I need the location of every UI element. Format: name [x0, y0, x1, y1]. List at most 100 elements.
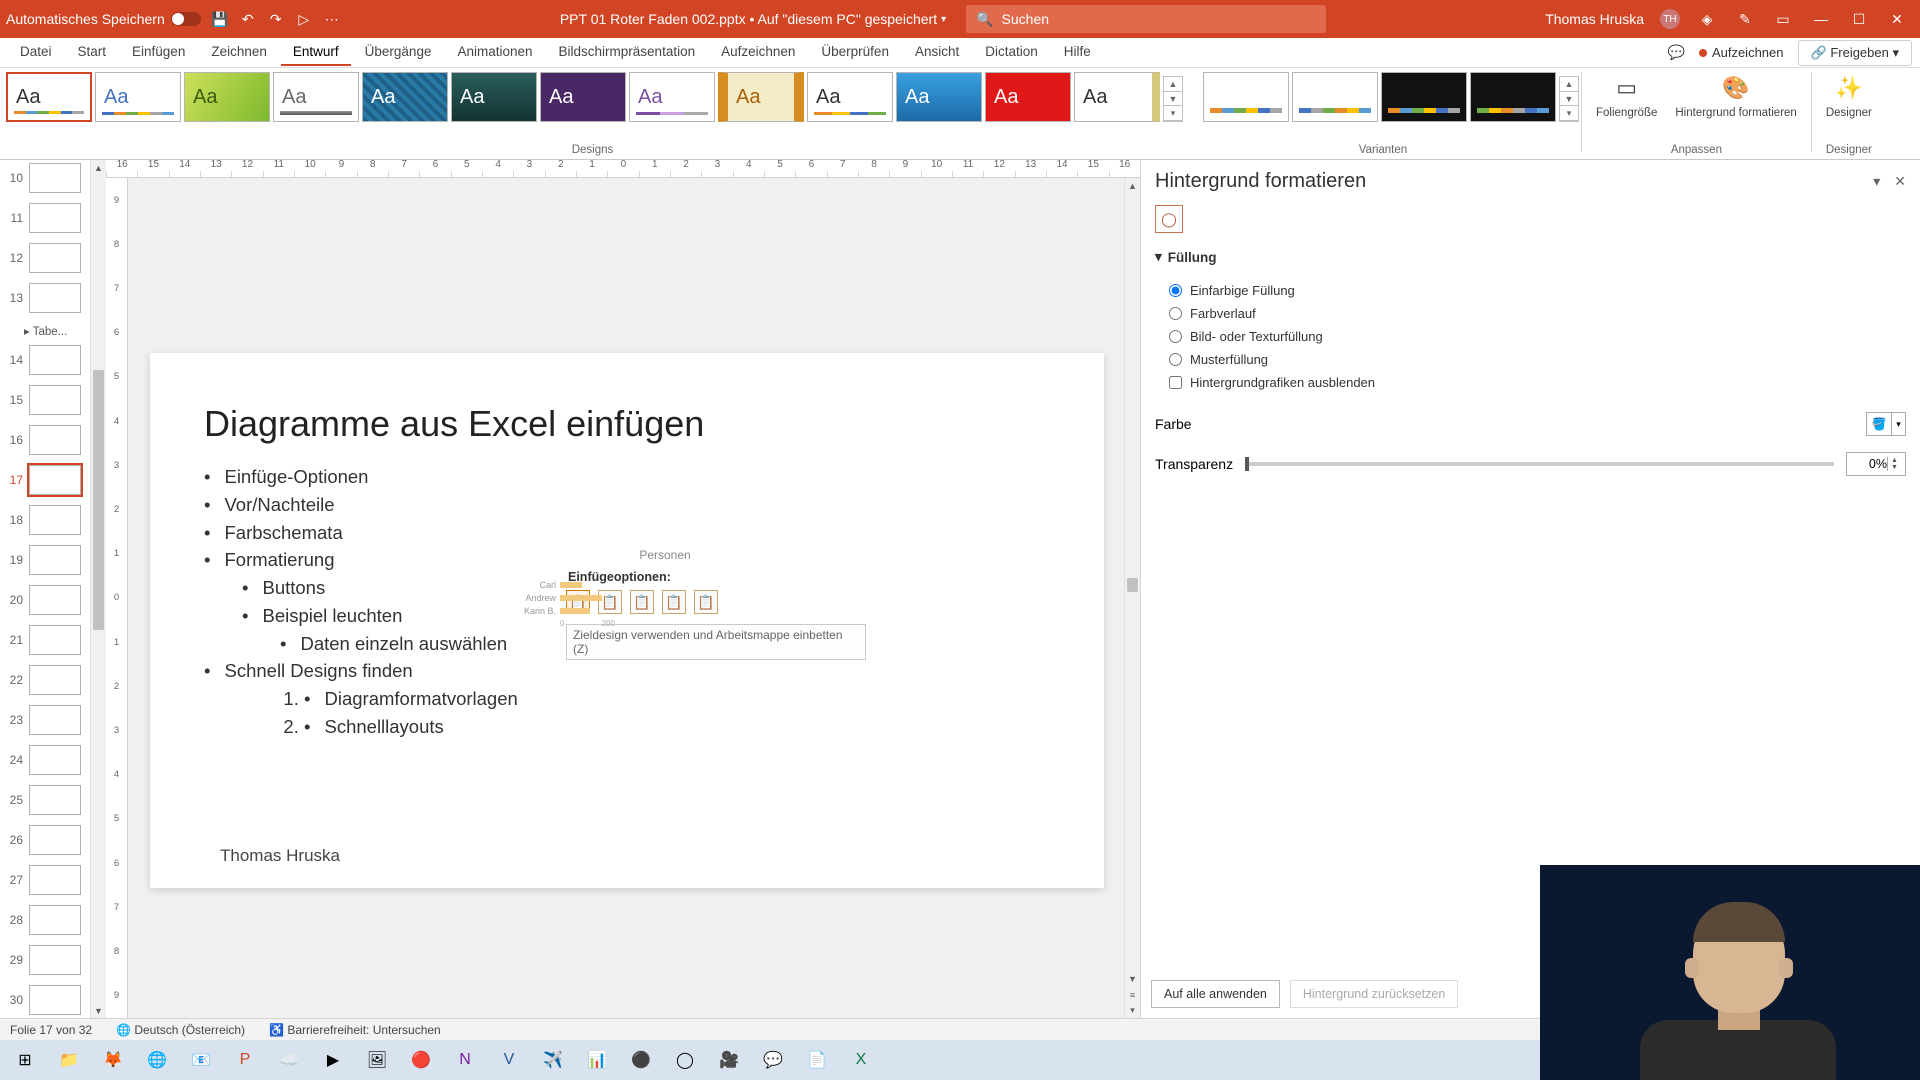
slide-thumb-17[interactable]: 17: [0, 462, 88, 502]
obs-icon[interactable]: ⚫: [620, 1043, 662, 1077]
onenote-icon[interactable]: N: [444, 1043, 486, 1077]
app-icon[interactable]: 📄: [796, 1043, 838, 1077]
ribbon-options-icon[interactable]: ▭: [1772, 8, 1794, 30]
fill-solid-radio[interactable]: Einfarbige Füllung: [1155, 279, 1906, 302]
slide-counter[interactable]: Folie 17 von 32: [10, 1023, 92, 1037]
tab-aufzeichnen[interactable]: Aufzeichnen: [709, 39, 807, 66]
paste-option-3-icon[interactable]: 📋: [630, 590, 654, 614]
app-icon[interactable]: 💬: [752, 1043, 794, 1077]
pane-options-icon[interactable]: ▾: [1873, 173, 1880, 190]
explorer-icon[interactable]: 📁: [48, 1043, 90, 1077]
redo-icon[interactable]: ↷: [267, 10, 285, 28]
tab-ansicht[interactable]: Ansicht: [903, 39, 971, 66]
zoom-icon[interactable]: 🎥: [708, 1043, 750, 1077]
fill-picture-radio[interactable]: Bild- oder Texturfüllung: [1155, 325, 1906, 348]
maximize-icon[interactable]: ☐: [1848, 8, 1870, 30]
tab-überprüfen[interactable]: Überprüfen: [809, 39, 901, 66]
app-icon[interactable]: ☁️: [268, 1043, 310, 1077]
apply-to-all-button[interactable]: Auf alle anwenden: [1151, 980, 1280, 1008]
reset-background-button[interactable]: Hintergrund zurücksetzen: [1290, 980, 1458, 1008]
fill-section-header[interactable]: ▾Füllung: [1141, 243, 1920, 271]
fill-tab-icon[interactable]: ◯: [1155, 205, 1183, 233]
slide-thumb-26[interactable]: 26: [0, 822, 88, 862]
thumb-scrollbar[interactable]: ▲ ▼: [90, 160, 106, 1018]
slide-canvas-wrap[interactable]: Diagramme aus Excel einfügen Einfüge-Opt…: [128, 178, 1124, 1018]
visio-icon[interactable]: V: [488, 1043, 530, 1077]
slide-thumb-19[interactable]: 19: [0, 542, 88, 582]
paste-option-5-icon[interactable]: 📋: [694, 590, 718, 614]
language-status[interactable]: Deutsch (Österreich): [134, 1023, 245, 1037]
slide-thumb-13[interactable]: 13: [0, 280, 88, 320]
slide-thumb-28[interactable]: 28: [0, 902, 88, 942]
minimize-icon[interactable]: ―: [1810, 8, 1832, 30]
firefox-icon[interactable]: 🦊: [92, 1043, 134, 1077]
tab-animationen[interactable]: Animationen: [445, 39, 544, 66]
outlook-icon[interactable]: 📧: [180, 1043, 222, 1077]
canvas-scrollbar[interactable]: ▲ ▼ ≡ ▾: [1124, 178, 1140, 1018]
tab-dictation[interactable]: Dictation: [973, 39, 1050, 66]
app-icon[interactable]: ◯: [664, 1043, 706, 1077]
variant-gallery[interactable]: ▲▼▾: [1185, 68, 1581, 122]
transparency-slider[interactable]: [1245, 462, 1834, 466]
section-header[interactable]: ▸ Tabe...: [0, 320, 88, 342]
record-button[interactable]: Aufzeichnen: [1691, 41, 1792, 64]
photos-icon[interactable]: 🖼: [356, 1043, 398, 1077]
slide[interactable]: Diagramme aus Excel einfügen Einfüge-Opt…: [150, 353, 1104, 888]
save-icon[interactable]: 💾: [211, 10, 229, 28]
hide-bg-graphics-check[interactable]: Hintergrundgrafiken ausblenden: [1155, 371, 1906, 394]
fill-pattern-radio[interactable]: Musterfüllung: [1155, 348, 1906, 371]
tab-hilfe[interactable]: Hilfe: [1052, 39, 1103, 66]
slide-thumb-14[interactable]: 14: [0, 342, 88, 382]
tab-übergänge[interactable]: Übergänge: [353, 39, 444, 66]
slide-thumb-30[interactable]: 30: [0, 982, 88, 1018]
slide-thumb-12[interactable]: 12: [0, 240, 88, 280]
slide-thumb-24[interactable]: 24: [0, 742, 88, 782]
app-icon[interactable]: 📊: [576, 1043, 618, 1077]
slide-thumb-29[interactable]: 29: [0, 942, 88, 982]
fill-color-button[interactable]: 🪣▾: [1866, 412, 1906, 436]
scroll-up-icon[interactable]: ▲: [91, 160, 106, 175]
tab-einfügen[interactable]: Einfügen: [120, 39, 197, 66]
search-box[interactable]: 🔍 Suchen: [966, 5, 1326, 33]
document-title[interactable]: PPT 01 Roter Faden 002.pptx • Auf "diese…: [560, 11, 946, 27]
excel-icon[interactable]: X: [840, 1043, 882, 1077]
slide-thumb-18[interactable]: 18: [0, 502, 88, 542]
from-beginning-icon[interactable]: ▷: [295, 10, 313, 28]
tab-entwurf[interactable]: Entwurf: [281, 39, 351, 66]
username-label[interactable]: Thomas Hruska: [1545, 11, 1644, 27]
telegram-icon[interactable]: ✈️: [532, 1043, 574, 1077]
slide-thumb-16[interactable]: 16: [0, 422, 88, 462]
undo-icon[interactable]: ↶: [239, 10, 257, 28]
paste-option-4-icon[interactable]: 📋: [662, 590, 686, 614]
slide-thumb-22[interactable]: 22: [0, 662, 88, 702]
close-icon[interactable]: ✕: [1886, 8, 1908, 30]
slide-thumb-11[interactable]: 11: [0, 200, 88, 240]
autosave-toggle[interactable]: Automatisches Speichern: [6, 11, 201, 27]
chrome-icon[interactable]: 🌐: [136, 1043, 178, 1077]
next-slide-icon[interactable]: ▾: [1125, 1003, 1140, 1018]
tab-zeichnen[interactable]: Zeichnen: [199, 39, 279, 66]
scroll-down-icon[interactable]: ▼: [91, 1003, 106, 1018]
slide-thumb-25[interactable]: 25: [0, 782, 88, 822]
toggle-switch[interactable]: [171, 12, 201, 26]
pen-icon[interactable]: ✎: [1734, 8, 1756, 30]
powerpoint-icon[interactable]: P: [224, 1043, 266, 1077]
diamond-icon[interactable]: ◈: [1696, 8, 1718, 30]
slide-thumb-21[interactable]: 21: [0, 622, 88, 662]
slide-thumb-20[interactable]: 20: [0, 582, 88, 622]
vlc-icon[interactable]: ▶: [312, 1043, 354, 1077]
qat-overflow-icon[interactable]: ⋯: [323, 10, 341, 28]
theme-gallery-scroll[interactable]: ▲▼▾: [1163, 76, 1183, 122]
slide-thumb-10[interactable]: 10: [0, 160, 88, 200]
tab-bildschirmpräsentation[interactable]: Bildschirmpräsentation: [547, 39, 708, 66]
prev-slide-icon[interactable]: ≡: [1125, 987, 1140, 1002]
design-theme-gallery[interactable]: Aa Aa Aa Aa Aa Aa Aa Aa Aa Aa Aa Aa Aa ▲…: [0, 68, 1185, 122]
tab-datei[interactable]: Datei: [8, 39, 64, 66]
slide-size-button[interactable]: ▭Foliengröße: [1596, 72, 1657, 120]
variant-gallery-scroll[interactable]: ▲▼▾: [1559, 76, 1579, 122]
designer-button[interactable]: ✨Designer: [1826, 72, 1872, 120]
app-icon[interactable]: 🔴: [400, 1043, 442, 1077]
accessibility-status[interactable]: Barrierefreiheit: Untersuchen: [287, 1023, 440, 1037]
scroll-up-icon[interactable]: ▲: [1125, 178, 1140, 193]
scroll-down-icon[interactable]: ▼: [1125, 971, 1140, 986]
